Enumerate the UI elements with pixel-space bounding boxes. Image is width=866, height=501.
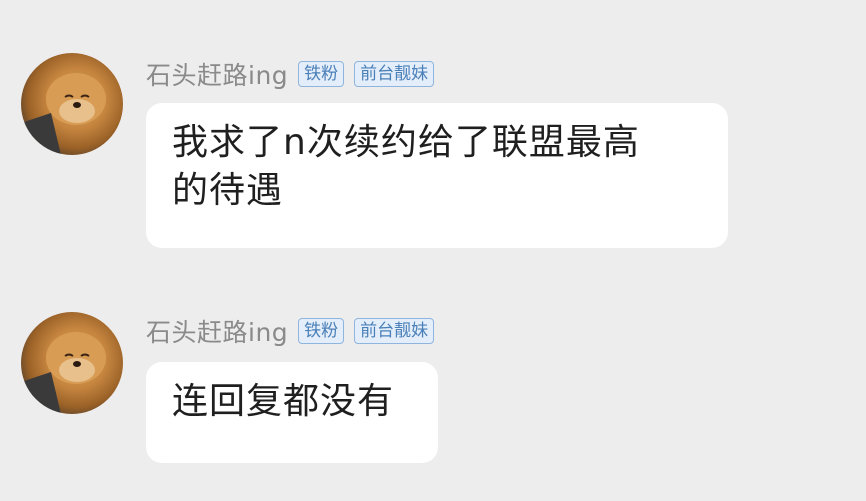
fan-badge: 铁粉 bbox=[298, 61, 345, 87]
title-badge: 前台靓妹 bbox=[354, 318, 435, 344]
avatar[interactable] bbox=[21, 53, 123, 155]
avatar[interactable] bbox=[21, 312, 123, 414]
message-text-line: 我求了n次续约给了联盟最高 bbox=[172, 122, 640, 163]
username[interactable]: 石头赶路ing bbox=[146, 56, 288, 92]
message-bubble[interactable]: 连回复都没有 bbox=[146, 362, 438, 463]
fan-badge: 铁粉 bbox=[298, 318, 345, 344]
title-badge: 前台靓妹 bbox=[354, 61, 435, 87]
username[interactable]: 石头赶路ing bbox=[146, 313, 288, 349]
message-text-line: 的待遇 bbox=[172, 170, 284, 211]
message-bubble[interactable]: 我求了n次续约给了联盟最高 的待遇 bbox=[146, 103, 728, 248]
message-text-line: 连回复都没有 bbox=[172, 381, 395, 422]
